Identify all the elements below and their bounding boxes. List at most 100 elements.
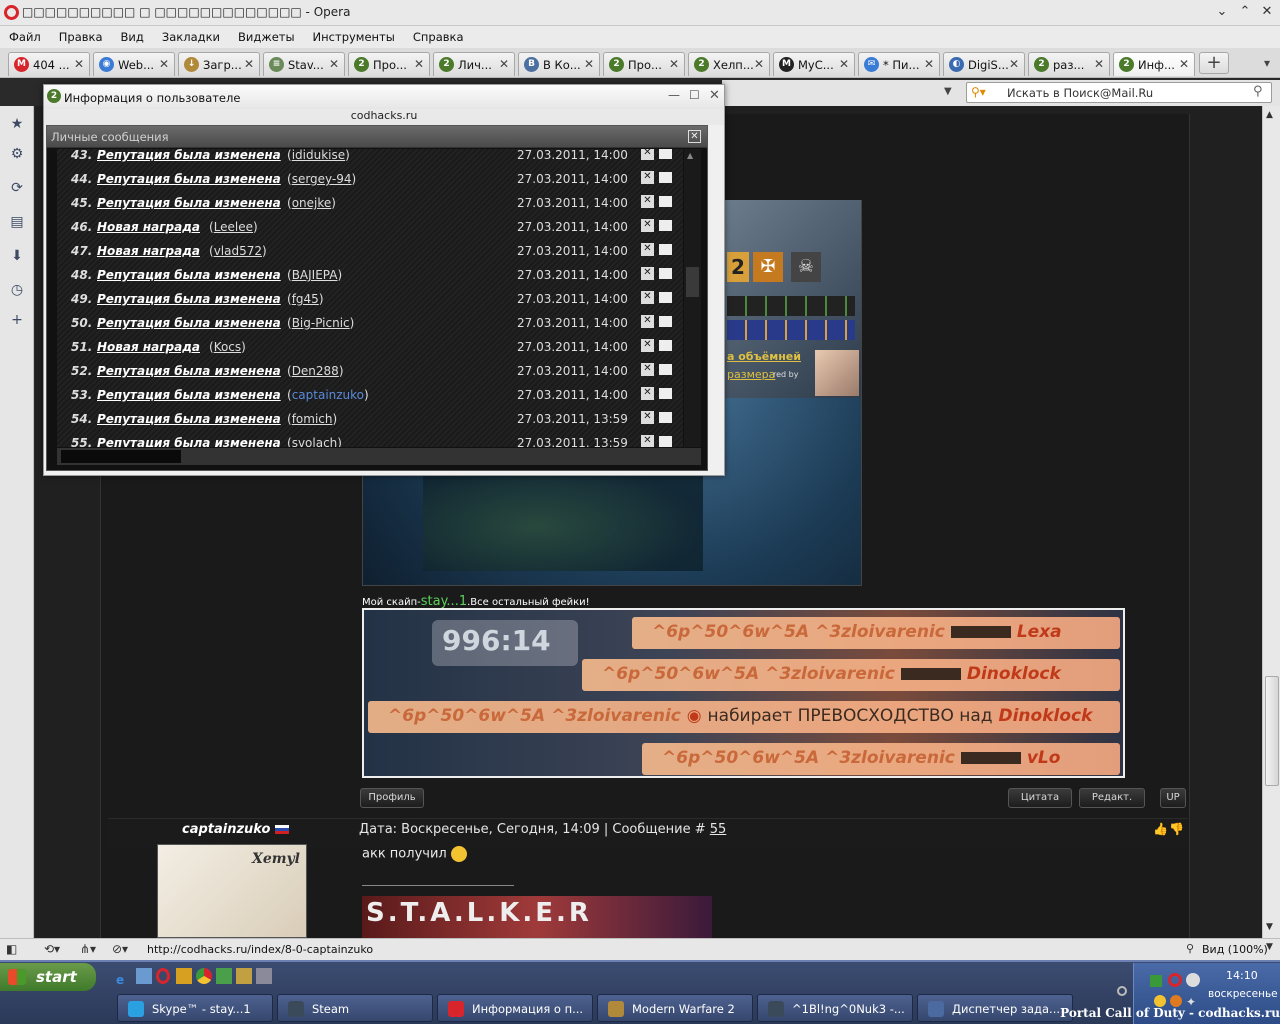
downloads-panel-icon[interactable]: ⬇: [8, 248, 26, 266]
pm-row-user[interactable]: (Leelee): [209, 220, 258, 234]
pm-row-user-name[interactable]: captainzuko: [292, 388, 364, 402]
pm-delete-icon[interactable]: ✕: [641, 219, 654, 232]
tray-expand-icon[interactable]: [1117, 986, 1127, 996]
cheat-icon[interactable]: [236, 968, 252, 984]
page-scrollbar[interactable]: ▲ ▼: [1262, 106, 1280, 938]
widgets-panel-icon[interactable]: ⚙: [8, 146, 26, 164]
pm-row-user[interactable]: (svolach): [287, 436, 342, 447]
pm-checkbox[interactable]: [659, 244, 672, 255]
zoom-dropdown-icon[interactable]: ▼: [1266, 942, 1273, 952]
search-engine-icon[interactable]: ⚲▾: [971, 85, 986, 99]
tab-close-icon[interactable]: ✕: [499, 57, 509, 71]
tab-close-icon[interactable]: ✕: [839, 57, 849, 71]
clock-day[interactable]: воскресенье: [1208, 988, 1278, 1000]
search-go-icon[interactable]: ⚲: [1253, 84, 1263, 99]
pm-row-user[interactable]: (fg45): [287, 292, 324, 306]
tab-close-icon[interactable]: ✕: [1179, 57, 1189, 71]
pm-row-user[interactable]: (fomich): [287, 412, 337, 426]
edit-button[interactable]: Редакт.: [1079, 788, 1145, 808]
pm-checkbox[interactable]: [659, 149, 672, 159]
unite-panel-icon[interactable]: ⟳: [8, 180, 26, 198]
thumbs-up-icon[interactable]: 👍: [1153, 822, 1168, 836]
pm-row-subject[interactable]: Репутация была изменена: [97, 172, 281, 186]
pm-row-user[interactable]: (Kocs): [209, 340, 246, 354]
pm-row-user[interactable]: (onejke): [287, 196, 336, 210]
pm-checkbox[interactable]: [659, 292, 672, 303]
start-button[interactable]: start: [0, 963, 96, 991]
pm-row-subject[interactable]: Репутация была изменена: [97, 196, 281, 210]
post-author-name[interactable]: captainzuko: [182, 822, 270, 837]
pm-checkbox[interactable]: [659, 220, 672, 231]
pm-delete-icon[interactable]: ✕: [641, 243, 654, 256]
clock[interactable]: 14:10: [1226, 969, 1258, 982]
tab-8[interactable]: 2 Про... ✕: [603, 52, 685, 76]
menu-bookmarks[interactable]: Закладки: [153, 26, 229, 48]
tab-close-icon[interactable]: ✕: [329, 57, 339, 71]
pm-row-user-name[interactable]: Big-Picnic: [292, 316, 350, 330]
turbo-icon[interactable]: ⊘▾: [112, 942, 128, 956]
popup-maximize-button[interactable]: ☐: [689, 88, 700, 102]
pm-delete-icon[interactable]: ✕: [641, 195, 654, 208]
unite-icon[interactable]: ⋔▾: [80, 942, 96, 956]
pm-row-subject[interactable]: Новая награда: [97, 220, 200, 234]
pm-row-user-name[interactable]: svolach: [292, 436, 338, 447]
post-number-link[interactable]: 55: [710, 822, 727, 837]
pm-scroll-thumb[interactable]: [686, 267, 699, 297]
pm-hscroll-thumb[interactable]: [61, 450, 181, 463]
pm-delete-icon[interactable]: ✕: [641, 315, 654, 328]
pm-checkbox[interactable]: [659, 436, 672, 447]
pm-delete-icon[interactable]: ✕: [641, 387, 654, 400]
profile-button[interactable]: Профиль: [360, 788, 424, 808]
pm-delete-icon[interactable]: ✕: [641, 267, 654, 280]
menu-view[interactable]: Вид: [112, 26, 153, 48]
tab-11[interactable]: ✉ * Пи... ✕: [858, 52, 940, 76]
pm-row-user-name[interactable]: Leelee: [214, 220, 253, 234]
pm-row-user-name[interactable]: vlad572: [214, 244, 262, 258]
add-panel-icon[interactable]: +: [8, 312, 26, 330]
sig-link-1[interactable]: а объёмней: [727, 350, 801, 363]
menu-widgets[interactable]: Виджеты: [229, 26, 304, 48]
pm-row-user[interactable]: (Den288): [287, 364, 344, 378]
tab-close-icon[interactable]: ✕: [584, 57, 594, 71]
scroll-up-arrow[interactable]: ▲: [1266, 110, 1273, 120]
desktop-icon[interactable]: [136, 968, 152, 984]
pm-row-subject[interactable]: Репутация была изменена: [97, 412, 281, 426]
pm-checkbox[interactable]: [659, 412, 672, 423]
taskbar-item[interactable]: Skype™ - stay...1: [117, 994, 273, 1022]
pm-delete-icon[interactable]: ✕: [641, 363, 654, 376]
pm-row-subject[interactable]: Репутация была изменена: [97, 364, 281, 378]
pm-checkbox[interactable]: [659, 196, 672, 207]
tab-close-icon[interactable]: ✕: [159, 57, 169, 71]
menu-help[interactable]: Справка: [404, 26, 473, 48]
minimize-button[interactable]: ⌄: [1214, 4, 1230, 20]
scroll-down-arrow[interactable]: ▼: [1266, 922, 1273, 932]
zoom-level[interactable]: Вид (100%): [1202, 943, 1268, 956]
history-panel-icon[interactable]: ◷: [8, 282, 26, 300]
popup-minimize-button[interactable]: —: [668, 88, 680, 102]
pm-delete-icon[interactable]: ✕: [641, 171, 654, 184]
zoom-icon[interactable]: ⚲: [1186, 942, 1194, 955]
tab-9[interactable]: 2 Хелп... ✕: [688, 52, 770, 76]
popup-close-button[interactable]: ✕: [709, 88, 720, 103]
pm-checkbox[interactable]: [659, 268, 672, 279]
tab-12[interactable]: ◐ DigiS... ✕: [943, 52, 1025, 76]
app-icon[interactable]: [176, 968, 192, 984]
reload-icon[interactable]: ⟲▾: [44, 942, 60, 956]
tab-13[interactable]: 2 раз... ✕: [1028, 52, 1110, 76]
pm-row-user-name[interactable]: BAJIEPA: [292, 268, 338, 282]
pm-row-user[interactable]: (captainzuko): [287, 388, 369, 402]
menu-edit[interactable]: Правка: [50, 26, 112, 48]
pm-row-subject[interactable]: Новая награда: [97, 340, 200, 354]
pm-scroll-up[interactable]: ▲: [687, 151, 693, 160]
tab-close-icon[interactable]: ✕: [414, 57, 424, 71]
pm-row-user-name[interactable]: onejke: [292, 196, 332, 210]
tab-close-icon[interactable]: ✕: [1009, 57, 1019, 71]
up-button[interactable]: UP: [1160, 788, 1186, 808]
pm-close-button[interactable]: ✕: [688, 130, 701, 143]
tab-14[interactable]: 2 Инф... ✕: [1113, 52, 1195, 76]
pm-row-user[interactable]: (Big-Picnic): [287, 316, 354, 330]
pm-row-user-name[interactable]: Den288: [292, 364, 339, 378]
pm-row-subject[interactable]: Репутация была изменена: [97, 436, 281, 447]
pm-row-subject[interactable]: Репутация была изменена: [97, 316, 281, 330]
tab-close-icon[interactable]: ✕: [669, 57, 679, 71]
